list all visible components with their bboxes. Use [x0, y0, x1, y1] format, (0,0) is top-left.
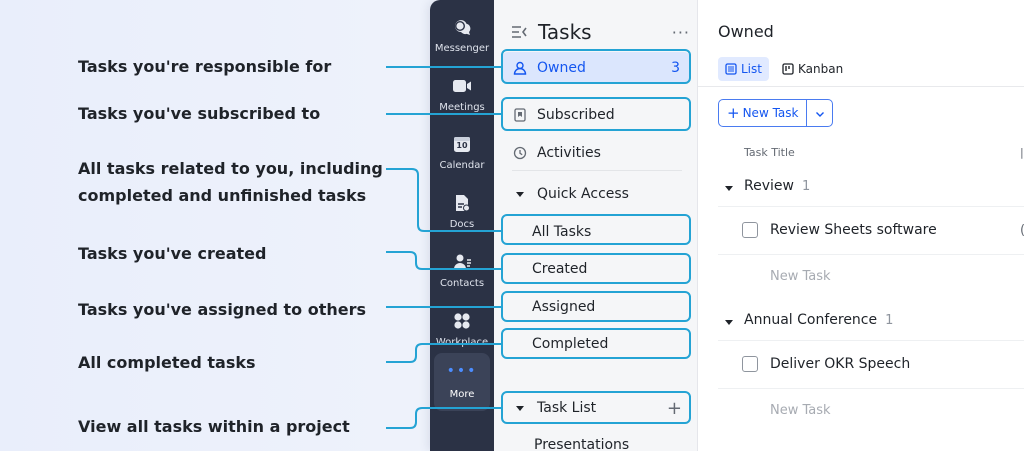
task-checkbox[interactable] [742, 356, 758, 372]
tasks-app-window: Messenger Meetings 10 Calendar Docs Cont… [430, 0, 1024, 451]
annotation-created: Tasks you've created [78, 244, 267, 263]
tab-label: List [741, 62, 762, 76]
highlight-assigned [501, 291, 691, 322]
rail-item-label: Docs [449, 219, 475, 230]
column-header-task-title: Task Title [744, 146, 795, 159]
sidebar-item-label: Quick Access [537, 186, 629, 202]
new-task-button[interactable]: + New Task [719, 100, 806, 126]
group-name: Annual Conference [744, 312, 878, 328]
sidebar-item-presentations[interactable]: Presentations [502, 429, 690, 451]
more-dots-icon: ••• [446, 362, 478, 379]
inline-new-task[interactable]: New Task [770, 403, 831, 418]
page-title: Owned [718, 22, 774, 41]
task-group-review[interactable]: Review 1 [724, 178, 810, 194]
highlight-owned [501, 49, 691, 84]
row-divider [718, 206, 1024, 207]
sidebar-item-activities[interactable]: Activities [502, 137, 690, 169]
group-count: 1 [885, 312, 894, 328]
annotation-owned: Tasks you're responsible for [78, 57, 332, 76]
video-camera-icon [451, 75, 473, 97]
sidebar-more-button[interactable]: ··· [672, 23, 690, 42]
group-name: Review [744, 178, 794, 194]
column-header-edge: | [1020, 146, 1024, 159]
collapse-menu-icon[interactable] [510, 23, 528, 41]
history-clock-icon [512, 145, 528, 161]
group-count: 1 [801, 178, 811, 194]
chevron-down-icon [815, 104, 825, 123]
contacts-icon [451, 251, 473, 273]
sidebar-item-label: Activities [537, 145, 601, 161]
task-checkbox[interactable] [742, 222, 758, 238]
tab-label: Kanban [797, 62, 844, 76]
tab-list[interactable]: List [718, 57, 769, 81]
header-divider [698, 86, 1024, 87]
sidebar-item-label: Presentations [534, 437, 630, 451]
annotation-completed: All completed tasks [78, 353, 256, 372]
rail-item-messenger[interactable]: Messenger [430, 10, 494, 66]
triangle-down-icon [724, 315, 734, 325]
highlight-all-tasks [501, 214, 691, 245]
calendar-day: 10 [456, 141, 468, 150]
list-view-icon [725, 63, 737, 75]
triangle-down-icon [512, 186, 528, 202]
highlight-subscribed [501, 97, 691, 131]
task-title: Review Sheets software [770, 222, 937, 238]
tasks-sidebar: Tasks ··· Owned 3 Subscribed Activities [494, 0, 698, 451]
highlight-completed [501, 328, 691, 359]
task-group-annual-conference[interactable]: Annual Conference 1 [724, 312, 893, 328]
plus-icon: + [727, 104, 740, 122]
new-task-button-group: + New Task [718, 99, 834, 127]
calendar-icon: 10 [451, 133, 473, 155]
main-panel: Owned List Kanban + New Task Task Title … [698, 0, 1024, 451]
highlight-task-list [501, 391, 691, 424]
triangle-down-icon [724, 181, 734, 191]
chat-bubbles-icon [451, 16, 473, 38]
workplace-grid-icon [451, 310, 473, 332]
annotation-subscribed: Tasks you've subscribed to [78, 104, 321, 123]
row-divider [718, 254, 1024, 255]
inline-new-task[interactable]: New Task [770, 269, 831, 284]
annotation-task-list: View all tasks within a project [78, 417, 350, 436]
rail-item-meetings[interactable]: Meetings [430, 69, 494, 125]
task-row[interactable]: Deliver OKR Speech [742, 356, 910, 372]
sidebar-title: Tasks [538, 20, 592, 44]
rail-item-contacts[interactable]: Contacts [430, 245, 494, 301]
row-divider [718, 340, 1024, 341]
sidebar-section-quick-access[interactable]: Quick Access [502, 178, 690, 210]
task-row[interactable]: Review Sheets software [742, 222, 937, 238]
rail-item-label: Messenger [434, 43, 490, 54]
rail-item-label: Contacts [439, 278, 485, 289]
kanban-view-icon [782, 63, 794, 75]
sidebar-divider [512, 170, 682, 171]
cell-edge: ( [1020, 223, 1024, 238]
rail-item-calendar[interactable]: 10 Calendar [430, 127, 494, 183]
view-tabs: List Kanban [718, 57, 856, 81]
rail-item-workplace[interactable]: Workplace [430, 304, 494, 360]
new-task-button-label: New Task [742, 106, 799, 120]
app-rail: Messenger Meetings 10 Calendar Docs Cont… [430, 0, 494, 451]
rail-more-label: More [449, 388, 475, 400]
rail-item-label: Calendar [439, 160, 485, 171]
task-title: Deliver OKR Speech [770, 356, 911, 372]
annotation-all-tasks-line2: completed and unfinished tasks [78, 186, 367, 205]
annotation-assigned: Tasks you've assigned to others [78, 300, 367, 319]
highlight-created [501, 253, 691, 284]
tab-kanban[interactable]: Kanban [775, 57, 850, 81]
annotation-all-tasks-line1: All tasks related to you, including [78, 159, 383, 178]
row-divider [718, 388, 1024, 389]
rail-item-label: Meetings [439, 102, 485, 113]
new-task-dropdown-button[interactable] [806, 100, 832, 126]
sidebar-header: Tasks ··· [510, 18, 690, 46]
rail-item-more[interactable]: ••• More [434, 353, 490, 411]
rail-item-docs[interactable]: Docs [430, 186, 494, 242]
document-icon [451, 192, 473, 214]
rail-item-label: Workplace [435, 337, 489, 348]
